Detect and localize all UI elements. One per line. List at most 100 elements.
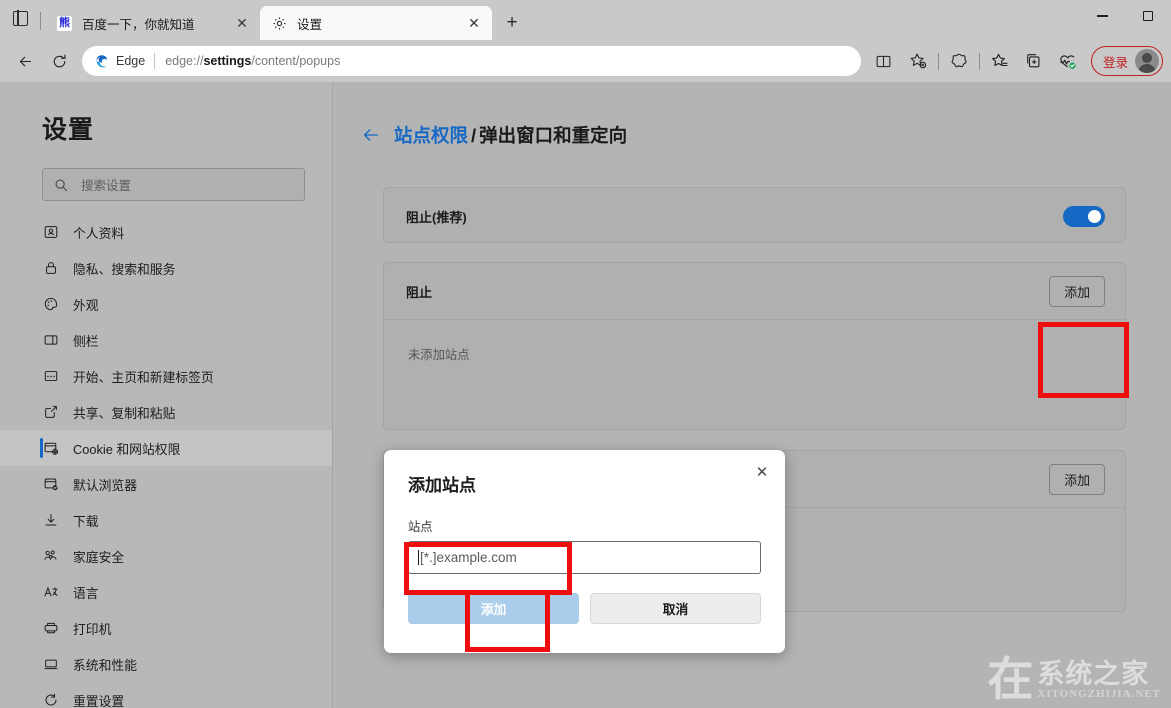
new-tab-button[interactable]: + [497, 7, 527, 37]
sidebar-icon [42, 332, 59, 349]
allow-add-site-button[interactable]: 添加 [1049, 463, 1105, 495]
sidebar-item-languages[interactable]: 语言 [0, 574, 332, 610]
watermark: 在 系统之家 XITONGZHIJIA.NET [987, 653, 1161, 705]
block-list-card: 阻止 添加 未添加站点 [383, 262, 1126, 430]
split-screen-icon[interactable] [867, 45, 901, 77]
sidebar-item-label: 外观 [73, 297, 99, 313]
language-icon [42, 584, 59, 601]
tab-title: 百度一下，你就知道 [82, 17, 195, 32]
sidebar-item-family-safety[interactable]: 家庭安全 [0, 538, 332, 574]
sidebar-item-start-home-newtab[interactable]: 开始、主页和新建标签页 [0, 358, 332, 394]
tab-settings[interactable]: 设置 ✕ [260, 6, 492, 40]
page-title: 设置 [42, 116, 95, 144]
tab-baidu[interactable]: 熊 百度一下，你就知道 ✕ [45, 6, 260, 40]
sidebar-item-label: 系统和性能 [73, 657, 137, 673]
sidebar-item-appearance[interactable]: 外观 [0, 286, 332, 322]
edge-brand-label: Edge [116, 54, 146, 68]
block-list-empty-text: 未添加站点 [408, 347, 470, 362]
dialog-title: 添加站点 [408, 476, 476, 495]
sidebar-item-system-performance[interactable]: 系统和性能 [0, 646, 332, 682]
block-list-empty: 未添加站点 [384, 319, 1125, 387]
dialog-add-button[interactable]: 添加 [408, 593, 579, 624]
sidebar-item-reset-settings[interactable]: 重置设置 [0, 682, 332, 708]
search-placeholder: 搜索设置 [81, 179, 132, 193]
url-text: edge://settings/content/popups [165, 54, 341, 68]
reload-button[interactable] [42, 45, 76, 77]
dialog-cancel-button[interactable]: 取消 [590, 593, 761, 624]
block-list-label: 阻止 [406, 284, 433, 300]
tab-search-button[interactable] [0, 0, 40, 38]
sidebar-item-label: 语言 [73, 585, 99, 601]
sidebar-item-label: 默认浏览器 [73, 477, 137, 493]
site-input[interactable]: [*.]example.com [408, 541, 761, 574]
tab-close-button[interactable]: ✕ [230, 11, 254, 35]
breadcrumb-separator: / [471, 125, 477, 146]
navigation-bar: Edge edge://settings/content/popups 登录 [0, 40, 1171, 82]
tab-close-button[interactable]: ✕ [462, 11, 486, 35]
sidebar-item-sidebar[interactable]: 侧栏 [0, 322, 332, 358]
sidebar-item-privacy[interactable]: 隐私、搜索和服务 [0, 250, 332, 286]
minimize-button[interactable] [1079, 0, 1125, 32]
address-bar[interactable]: Edge edge://settings/content/popups [82, 46, 861, 76]
close-icon[interactable]: ✕ [749, 459, 775, 485]
lock-icon [42, 260, 59, 277]
system-icon [42, 656, 59, 673]
tab-divider [40, 12, 41, 30]
sidebar-nav-list: 个人资料 隐私、搜索和服务 外观 侧栏 开始、主页和新建标签页 共享、复制和粘贴… [0, 214, 332, 708]
sidebar-item-label: Cookie 和网站权限 [73, 441, 181, 457]
sidebar-item-printers[interactable]: 打印机 [0, 610, 332, 646]
sidebar-item-label: 开始、主页和新建标签页 [73, 369, 214, 385]
avatar[interactable] [1135, 49, 1159, 73]
download-icon [42, 512, 59, 529]
browser-essentials-icon[interactable] [1051, 45, 1085, 77]
sidebar-item-label: 隐私、搜索和服务 [73, 261, 176, 277]
watermark-title: 系统之家 [1037, 659, 1150, 689]
block-recommended-row: 阻止(推荐) [384, 188, 1125, 244]
sidebar-item-cookies-site-permissions[interactable]: Cookie 和网站权限 [0, 430, 332, 466]
site-field-label: 站点 [408, 520, 433, 534]
breadcrumb-current: 弹出窗口和重定向 [479, 125, 628, 146]
site-input-placeholder: [*.]example.com [420, 550, 517, 565]
add-favorite-icon[interactable] [901, 45, 935, 77]
sidebar-item-default-browser[interactable]: 默认浏览器 [0, 466, 332, 502]
browser-toolbar: 登录 [867, 45, 1163, 77]
browser-window: 熊 百度一下，你就知道 ✕ 设置 ✕ + Edge edge://setting… [0, 0, 1171, 708]
baidu-icon: 熊 [57, 15, 72, 31]
favorites-icon[interactable] [983, 45, 1017, 77]
sidebar-item-profile[interactable]: 个人资料 [0, 214, 332, 250]
back-arrow-icon[interactable] [360, 124, 382, 146]
family-icon [42, 548, 59, 565]
copilot-icon[interactable] [942, 45, 976, 77]
watermark-text-group: 系统之家 XITONGZHIJIA.NET [1037, 659, 1161, 701]
sidebar-item-share-copy-paste[interactable]: 共享、复制和粘贴 [0, 394, 332, 430]
breadcrumb: 站点权限 / 弹出窗口和重定向 [360, 122, 1171, 148]
watermark-logo: 在 [987, 653, 1033, 705]
block-add-site-button[interactable]: 添加 [1049, 275, 1105, 307]
collections-icon[interactable] [1017, 45, 1051, 77]
sidebar-item-downloads[interactable]: 下载 [0, 502, 332, 538]
printer-icon [42, 620, 59, 637]
breadcrumb-parent-link[interactable]: 站点权限 [394, 125, 468, 146]
title-bar: 熊 百度一下，你就知道 ✕ 设置 ✕ + [0, 0, 1171, 40]
sidebar-item-label: 家庭安全 [73, 549, 125, 565]
search-icon [54, 178, 68, 192]
profile-icon [42, 224, 59, 241]
sidebar-item-label: 下载 [73, 513, 99, 529]
settings-page: 设置 搜索设置 个人资料 隐私、搜索和服务 外观 侧栏 开始、主页和新建标签页 … [0, 82, 1171, 708]
back-button[interactable] [8, 45, 42, 77]
dialog-buttons: 添加 取消 [408, 593, 761, 624]
tab-search-icon [12, 9, 28, 27]
default-browser-icon [42, 476, 59, 493]
search-input[interactable]: 搜索设置 [42, 168, 305, 201]
share-icon [42, 404, 59, 421]
breadcrumb-text: 站点权限 / 弹出窗口和重定向 [394, 122, 627, 148]
sidebar-item-label: 打印机 [73, 621, 112, 637]
sign-in-button[interactable]: 登录 [1090, 46, 1163, 76]
block-popups-toggle[interactable] [1063, 205, 1105, 227]
add-site-dialog: ✕ 添加站点 站点 [*.]example.com 添加 取消 [384, 450, 785, 653]
maximize-button[interactable] [1125, 0, 1171, 32]
home-icon [42, 368, 59, 385]
toolbar-separator [978, 52, 980, 70]
block-recommended-label: 阻止(推荐) [406, 209, 467, 225]
gear-icon [271, 15, 288, 32]
